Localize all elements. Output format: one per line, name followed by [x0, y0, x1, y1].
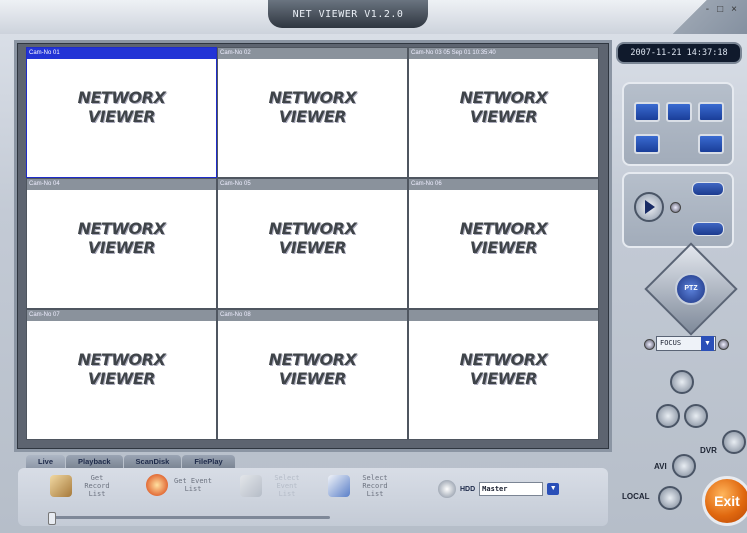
hdd-label: HDD	[460, 485, 476, 493]
hdd-icon	[438, 480, 456, 498]
camera-placeholder-logo: NETWORX VIEWER	[268, 88, 357, 126]
ptz-button[interactable]: PTZ	[675, 273, 707, 305]
playback-slider-thumb[interactable]	[48, 512, 56, 525]
hdd-select[interactable]: Master	[479, 482, 544, 496]
camera-cell-6[interactable]: Cam-No 06 NETWORX VIEWER	[408, 178, 599, 309]
camera-cell-5[interactable]: Cam-No 05 NETWORX VIEWER	[217, 178, 408, 309]
focus-dropdown-arrow-icon[interactable]: ▼	[701, 336, 714, 351]
select-record-list-button[interactable]: Select Record List	[328, 474, 396, 498]
focus-minus-button[interactable]	[644, 339, 655, 350]
camera-header: Cam-No 04	[27, 179, 216, 190]
camera-placeholder-logo: NETWORX VIEWER	[77, 219, 166, 257]
camera-viewport: Cam-No 01 NETWORX VIEWER Cam-No 02 NETWORX V…	[14, 40, 612, 452]
close-button[interactable]: ×	[731, 4, 737, 15]
playback-slider[interactable]	[48, 512, 330, 525]
app-window: NET VIEWER V1.2.0 - □ × Cam-No 01 NETWORX…	[0, 0, 747, 533]
rotate-icon[interactable]	[656, 404, 680, 428]
hdd-dropdown-arrow-icon[interactable]: ▼	[547, 483, 560, 495]
event-list-icon	[240, 475, 262, 497]
settings-icon[interactable]	[684, 404, 708, 428]
record-list-icon	[50, 475, 72, 497]
camera-grid: Cam-No 01 NETWORX VIEWER Cam-No 02 NETWORX V…	[26, 47, 599, 441]
event-clock-icon	[146, 474, 168, 496]
local-button[interactable]	[658, 486, 682, 510]
camera-placeholder-logo: NETWORX VIEWER	[459, 350, 548, 388]
record-start-button[interactable]	[692, 182, 724, 196]
camera-placeholder-logo: NETWORX VIEWER	[77, 88, 166, 126]
get-event-list-label: Get Event List	[174, 477, 212, 493]
title-bar: NET VIEWER V1.2.0 - □ ×	[0, 0, 747, 34]
play-icon[interactable]	[634, 192, 664, 222]
avi-label: AVI	[654, 462, 667, 471]
select-record-list-label: Select Record List	[362, 474, 388, 498]
camera-header: Cam-No 05	[218, 179, 407, 190]
camera-cell-3[interactable]: Cam-No 03 05 Sep 01 10:35:40 NETWORX VIEWE…	[408, 47, 599, 178]
get-record-list-label: Get Record List	[84, 474, 110, 498]
maximize-button[interactable]: □	[717, 4, 723, 15]
tab-live[interactable]: Live	[26, 455, 66, 468]
camera-placeholder-logo: NETWORX VIEWER	[459, 219, 548, 257]
app-title: NET VIEWER V1.2.0	[268, 0, 428, 28]
split-1-button[interactable]	[634, 102, 660, 122]
window-controls: - □ ×	[706, 4, 737, 15]
camera-header: Cam-No 07	[27, 310, 216, 321]
split-4-button[interactable]	[666, 102, 692, 122]
avi-button[interactable]	[672, 454, 696, 478]
tab-playback[interactable]: Playback	[66, 455, 123, 468]
camera-cell-9[interactable]: NETWORX VIEWER	[408, 309, 599, 440]
playback-toolbar: Get Record List Get Event List Select Ev…	[18, 468, 608, 526]
get-record-list-button[interactable]: Get Record List	[50, 474, 118, 498]
tab-fileplay[interactable]: FilePlay	[182, 455, 235, 468]
datetime-display: 2007-11-21 14:37:18	[616, 42, 742, 64]
camera-cell-2[interactable]: Cam-No 02 NETWORX VIEWER	[217, 47, 408, 178]
record-panel	[622, 172, 734, 248]
camera-cell-4[interactable]: Cam-No 04 NETWORX VIEWER	[26, 178, 217, 309]
hdd-selector: HDD Master ▼	[438, 480, 560, 498]
camera-placeholder-logo: NETWORX VIEWER	[459, 88, 548, 126]
camera-header: Cam-No 06	[409, 179, 598, 190]
camera-header: Cam-No 03 05 Sep 01 10:35:40	[409, 48, 598, 59]
tab-scandisk[interactable]: ScanDisk	[123, 455, 182, 468]
camera-placeholder-logo: NETWORX VIEWER	[268, 219, 357, 257]
fullscreen-button[interactable]	[698, 134, 724, 154]
camera-cell-1[interactable]: Cam-No 01 NETWORX VIEWER	[26, 47, 217, 178]
split-layout-panel	[622, 82, 734, 166]
camera-header	[409, 310, 598, 321]
split-9-button[interactable]	[698, 102, 724, 122]
split-16-button[interactable]	[634, 134, 660, 154]
zoom-button[interactable]	[670, 370, 694, 394]
minimize-button[interactable]: -	[706, 4, 709, 15]
dvr-button[interactable]	[722, 430, 746, 454]
focus-plus-button[interactable]	[718, 339, 729, 350]
record-stop-button[interactable]	[692, 222, 724, 236]
camera-placeholder-logo: NETWORX VIEWER	[268, 350, 357, 388]
camera-header: Cam-No 01	[27, 48, 216, 59]
camera-placeholder-logo: NETWORX VIEWER	[77, 350, 166, 388]
dvr-label: DVR	[700, 446, 717, 455]
get-event-list-button[interactable]: Get Event List	[146, 474, 214, 496]
camera-cell-8[interactable]: Cam-No 08 NETWORX VIEWER	[217, 309, 408, 440]
control-panel: 2007-11-21 14:37:18 PTZ FOCUS ▼ AVI DVR …	[612, 34, 747, 533]
camera-header: Cam-No 02	[218, 48, 407, 59]
camera-header: Cam-No 08	[218, 310, 407, 321]
mode-tabs: Live Playback ScanDisk FilePlay	[26, 455, 236, 468]
select-event-list-button[interactable]: Select Event List	[240, 474, 308, 498]
exit-button[interactable]: Exit	[702, 476, 747, 526]
local-label: LOCAL	[622, 492, 650, 501]
select-event-list-label: Select Event List	[274, 474, 300, 498]
record-toggle[interactable]	[670, 202, 681, 213]
record-select-icon	[328, 475, 350, 497]
camera-cell-7[interactable]: Cam-No 07 NETWORX VIEWER	[26, 309, 217, 440]
